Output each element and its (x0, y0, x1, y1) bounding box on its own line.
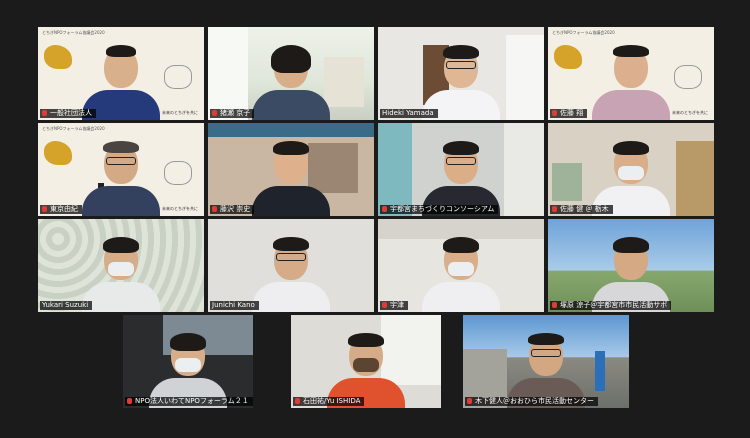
curtain (378, 123, 412, 216)
participant-name-label: 一般社団法人 (40, 109, 96, 118)
participant-name-label: 佐藤 健 ＠ 栃木 (550, 205, 613, 214)
participant-name-label: 藤沢 崇史 (210, 205, 255, 214)
shelf (676, 141, 714, 216)
video-tile-12[interactable]: 塚原 涼子＠宇都宮市市民活動サポ (548, 219, 714, 312)
video-tile-15[interactable]: 木下健人＠おおひら市民活動センター (463, 315, 629, 408)
participant-name-label: Junichi Kano (210, 301, 259, 310)
participant-name-label: 東京由紀 (40, 205, 82, 214)
participant-name-label: 石田祐/Yu ISHIDA (293, 397, 365, 406)
poster (552, 163, 582, 201)
mic-muted-icon (467, 398, 472, 404)
mic-muted-icon (552, 206, 557, 212)
face-mask (448, 262, 474, 276)
participant-video (82, 236, 160, 312)
video-tile-2[interactable]: 猪瀬 京子 (208, 27, 374, 120)
video-tile-7[interactable]: 宇都宮まちづくりコンソーシアム (378, 123, 544, 216)
sketch-icon (164, 161, 192, 185)
slogan-text: 未来のとちぎを共に (162, 206, 198, 211)
slogan-text: 未来のとちぎを共に (162, 110, 198, 115)
mic-muted-icon (42, 110, 47, 116)
video-tile-1[interactable]: とちぎNPOフォーラム協議会2020 未来のとちぎを共に 一般社団法人 (38, 27, 204, 120)
shelf (324, 57, 364, 107)
participant-name-label: 木下健人＠おおひら市民活動センター (465, 397, 598, 406)
participant-name-label: Yukari Suzuki (40, 301, 93, 310)
video-tile-11[interactable]: 宇津 (378, 219, 544, 312)
slogan-text: 未来のとちぎを共に (672, 110, 708, 115)
face-mask (353, 358, 379, 372)
mic-muted-icon (212, 206, 217, 212)
banner-flag (595, 351, 605, 391)
mic-muted-icon (127, 398, 132, 404)
participant-name-label: 塚原 涼子＠宇都宮市市民活動サポ (550, 301, 672, 310)
video-tile-8[interactable]: 佐藤 健 ＠ 栃木 (548, 123, 714, 216)
video-tile-14[interactable]: 石田祐/Yu ISHIDA (291, 315, 441, 408)
mic-muted-icon (382, 206, 387, 212)
participant-video (422, 236, 500, 312)
cabinet (506, 35, 544, 120)
mic-muted-icon (212, 110, 217, 116)
participant-video (252, 44, 330, 120)
video-tile-13[interactable]: NPO法人いわてNPOフォーラム２１ (123, 315, 253, 408)
video-tile-9[interactable]: Yukari Suzuki (38, 219, 204, 312)
wall-board (504, 123, 544, 216)
window-light (208, 27, 248, 120)
face-mask (108, 262, 134, 276)
face-mask (175, 358, 201, 372)
window-top (208, 123, 374, 137)
participant-video (252, 140, 330, 216)
participant-name-label: Hideki Yamada (380, 109, 438, 118)
participant-name-label: 佐藤 翔 (550, 109, 588, 118)
banner-title: とちぎNPOフォーラム協議会2020 (552, 30, 615, 35)
sketch-icon (674, 65, 702, 89)
participant-name-label: 宇津 (380, 301, 408, 310)
mic-muted-icon (552, 302, 557, 308)
mic-muted-icon (382, 302, 387, 308)
banner-title: とちぎNPOフォーラム協議会2020 (42, 30, 105, 35)
video-tile-3[interactable]: Hideki Yamada (378, 27, 544, 120)
participant-name-label: 猪瀬 京子 (210, 109, 255, 118)
participant-video (82, 140, 160, 216)
mic-muted-icon (295, 398, 300, 404)
participant-name-label: 宇都宮まちづくりコンソーシアム (380, 205, 499, 214)
video-tile-6[interactable]: 藤沢 崇史 (208, 123, 374, 216)
mic-muted-icon (552, 110, 557, 116)
participant-video (252, 236, 330, 312)
video-tile-10[interactable]: Junichi Kano (208, 219, 374, 312)
video-tile-5[interactable]: とちぎNPOフォーラム協議会2020 未来のとちぎを共に 東京由紀 (38, 123, 204, 216)
face-mask (618, 166, 644, 180)
banner-title: とちぎNPOフォーラム協議会2020 (42, 126, 105, 131)
sketch-icon (164, 65, 192, 89)
participant-name-label: NPO法人いわてNPOフォーラム２１ (125, 397, 253, 406)
mic-muted-icon (42, 206, 47, 212)
participant-video (592, 44, 670, 120)
video-tile-4[interactable]: とちぎNPOフォーラム協議会2020 未来のとちぎを共に 佐藤 翔 (548, 27, 714, 120)
